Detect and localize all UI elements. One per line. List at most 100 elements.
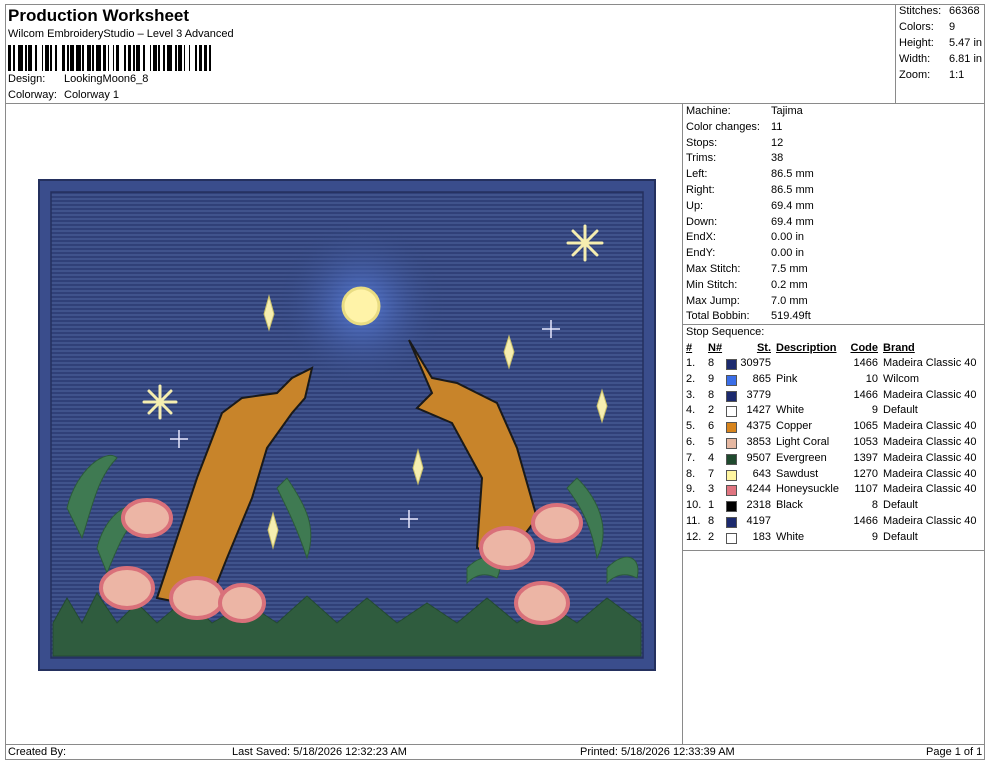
machine-info-row: EndY: 0.00 in — [686, 247, 804, 259]
machine-info-label: Machine: — [686, 105, 731, 117]
stitch-count: 1427 — [746, 404, 771, 417]
software-name: Wilcom EmbroideryStudio – Level 3 Advanc… — [8, 28, 234, 40]
thread-code: 9 — [871, 530, 878, 543]
thread-brand: Madeira Classic 40 — [883, 436, 977, 448]
stat-value: 1:1 — [949, 69, 965, 81]
machine-info-value: 519.49ft — [771, 310, 811, 323]
machine-info-row: Min Stitch: 0.2 mm — [686, 279, 808, 291]
stitch-count: 4375 — [746, 420, 771, 433]
thread-description: Sawdust — [776, 467, 819, 480]
moon — [341, 286, 381, 326]
col-stitches-header: St. — [756, 342, 771, 354]
col-code-header: Code — [850, 342, 879, 354]
stop-sequence-row: 8. 7 643 Sawdust 1270 Madeira Classic 40 — [683, 468, 985, 483]
needle-number: 2 — [708, 530, 715, 543]
thread-description: Pink — [776, 372, 798, 385]
stat-value: 5.47 in — [949, 37, 983, 49]
stat-label: Height: — [899, 37, 934, 49]
stop-sequence-title: Stop Sequence: — [686, 326, 765, 338]
thread-code: 1466 — [853, 357, 878, 369]
stitch-count: 4244 — [746, 483, 771, 496]
stop-sequence-row: 3. 8 3779 1466 Madeira Classic 40 — [683, 389, 985, 404]
stop-sequence-row: 5. 6 4375 Copper 1065 Madeira Classic 40 — [683, 420, 985, 435]
stop-sequence-row: 9. 3 4244 Honeysuckle 1107 Madeira Classic 40 — [683, 483, 985, 498]
stop-number: 10. — [686, 499, 702, 512]
printed-date: Printed: 5/18/2026 12:33:39 AM — [580, 746, 735, 758]
thread-brand: Madeira Classic 40 — [883, 483, 977, 496]
thread-brand: Madeira Classic 40 — [883, 515, 977, 527]
machine-info-label: Up: — [686, 199, 704, 212]
thread-description: Evergreen — [776, 451, 827, 464]
stop-number: 11. — [686, 515, 701, 527]
thread-brand: Default — [883, 530, 918, 543]
needle-number: 6 — [708, 420, 715, 433]
stat-colors: Colors: 9 — [899, 21, 955, 33]
stitch-count: 9507 — [746, 451, 771, 464]
machine-info-value: 7.0 mm — [771, 294, 808, 307]
needle-number: 8 — [708, 357, 715, 369]
stop-sequence-row: 6. 5 3853 Light Coral 1053 Madeira Classic 40 — [683, 436, 985, 451]
footer: Created By: Last Saved: 5/18/2026 12:32:… — [5, 744, 985, 760]
machine-info-label: Trims: — [686, 152, 717, 165]
stop-number: 9. — [686, 483, 696, 496]
machine-info-label: Max Jump: — [686, 294, 740, 307]
machine-info-row: EndX: 0.00 in — [686, 231, 804, 243]
machine-info-row: Total Bobbin: 519.49ft — [686, 310, 811, 322]
machine-info-value: 69.4 mm — [771, 199, 814, 212]
stop-sequence-row: 2. 9 865 Pink 10 Wilcom — [683, 373, 985, 388]
machine-info-value: 86.5 mm — [771, 184, 814, 196]
needle-number: 2 — [708, 404, 715, 417]
machine-info-label: Color changes: — [686, 120, 760, 133]
colorway-value: Colorway 1 — [64, 89, 120, 101]
machine-info-value: 12 — [771, 136, 784, 149]
needle-number: 4 — [708, 451, 715, 464]
thread-color-swatch — [726, 453, 737, 465]
needle-number: 9 — [708, 372, 715, 385]
stat-label: Stitches: — [899, 5, 942, 17]
machine-info-row: Trims: 38 — [686, 152, 783, 164]
thread-code: 1270 — [853, 467, 878, 480]
thread-code: 1466 — [853, 515, 878, 527]
stop-sequence-row: 12. 2 183 White 9 Default — [683, 531, 985, 546]
machine-info-value: 7.5 mm — [771, 263, 808, 275]
thread-brand: Madeira Classic 40 — [883, 357, 977, 369]
machine-info-row: Stops: 12 — [686, 137, 783, 149]
design-value: LookingMoon6_8 — [64, 73, 149, 85]
thread-code: 8 — [871, 499, 878, 512]
stat-value: 9 — [949, 21, 956, 33]
stop-number: 1. — [686, 357, 696, 369]
thread-color-swatch — [726, 406, 737, 418]
last-saved: Last Saved: 5/18/2026 12:32:23 AM — [232, 746, 407, 758]
thread-code: 1107 — [854, 483, 878, 496]
stop-sequence-row: 4. 2 1427 White 9 Default — [683, 404, 985, 419]
header: Production Worksheet Wilcom EmbroiderySt… — [5, 4, 895, 104]
needle-number: 8 — [708, 515, 715, 527]
machine-info-row: Up: 69.4 mm — [686, 200, 814, 212]
machine-info-row: Machine: Tajima — [686, 105, 803, 117]
thread-color-swatch — [726, 438, 737, 449]
thread-code: 1065 — [853, 420, 878, 433]
machine-info-row: Color changes: 11 — [686, 121, 782, 133]
thread-brand: Wilcom — [883, 372, 920, 385]
stitch-count: 3853 — [746, 436, 771, 448]
stat-zoom: Zoom: 1:1 — [899, 69, 964, 81]
stop-number: 8. — [686, 467, 696, 480]
machine-info-label: Min Stitch: — [686, 278, 738, 291]
machine-info-label: EndX: — [686, 231, 716, 244]
machine-info-row: Down: 69.4 mm — [686, 216, 814, 228]
machine-info-label: Right: — [686, 184, 715, 196]
machine-info-row: Right: 86.5 mm — [686, 184, 814, 196]
stat-label: Colors: — [899, 21, 934, 33]
col-num-header: # — [686, 342, 693, 354]
stitch-count: 865 — [752, 372, 771, 385]
needle-number: 5 — [708, 436, 715, 448]
stat-value: 66368 — [949, 5, 980, 17]
machine-info-label: Left: — [686, 168, 708, 181]
machine-info-row: Max Jump: 7.0 mm — [686, 295, 808, 307]
thread-description: Light Coral — [776, 436, 830, 448]
thread-brand: Default — [883, 404, 918, 417]
needle-number: 8 — [708, 388, 715, 401]
stop-sequence-row: 11. 8 4197 1466 Madeira Classic 40 — [683, 515, 985, 530]
stitch-count: 3779 — [746, 388, 771, 401]
worksheet-title: Production Worksheet — [8, 6, 190, 25]
